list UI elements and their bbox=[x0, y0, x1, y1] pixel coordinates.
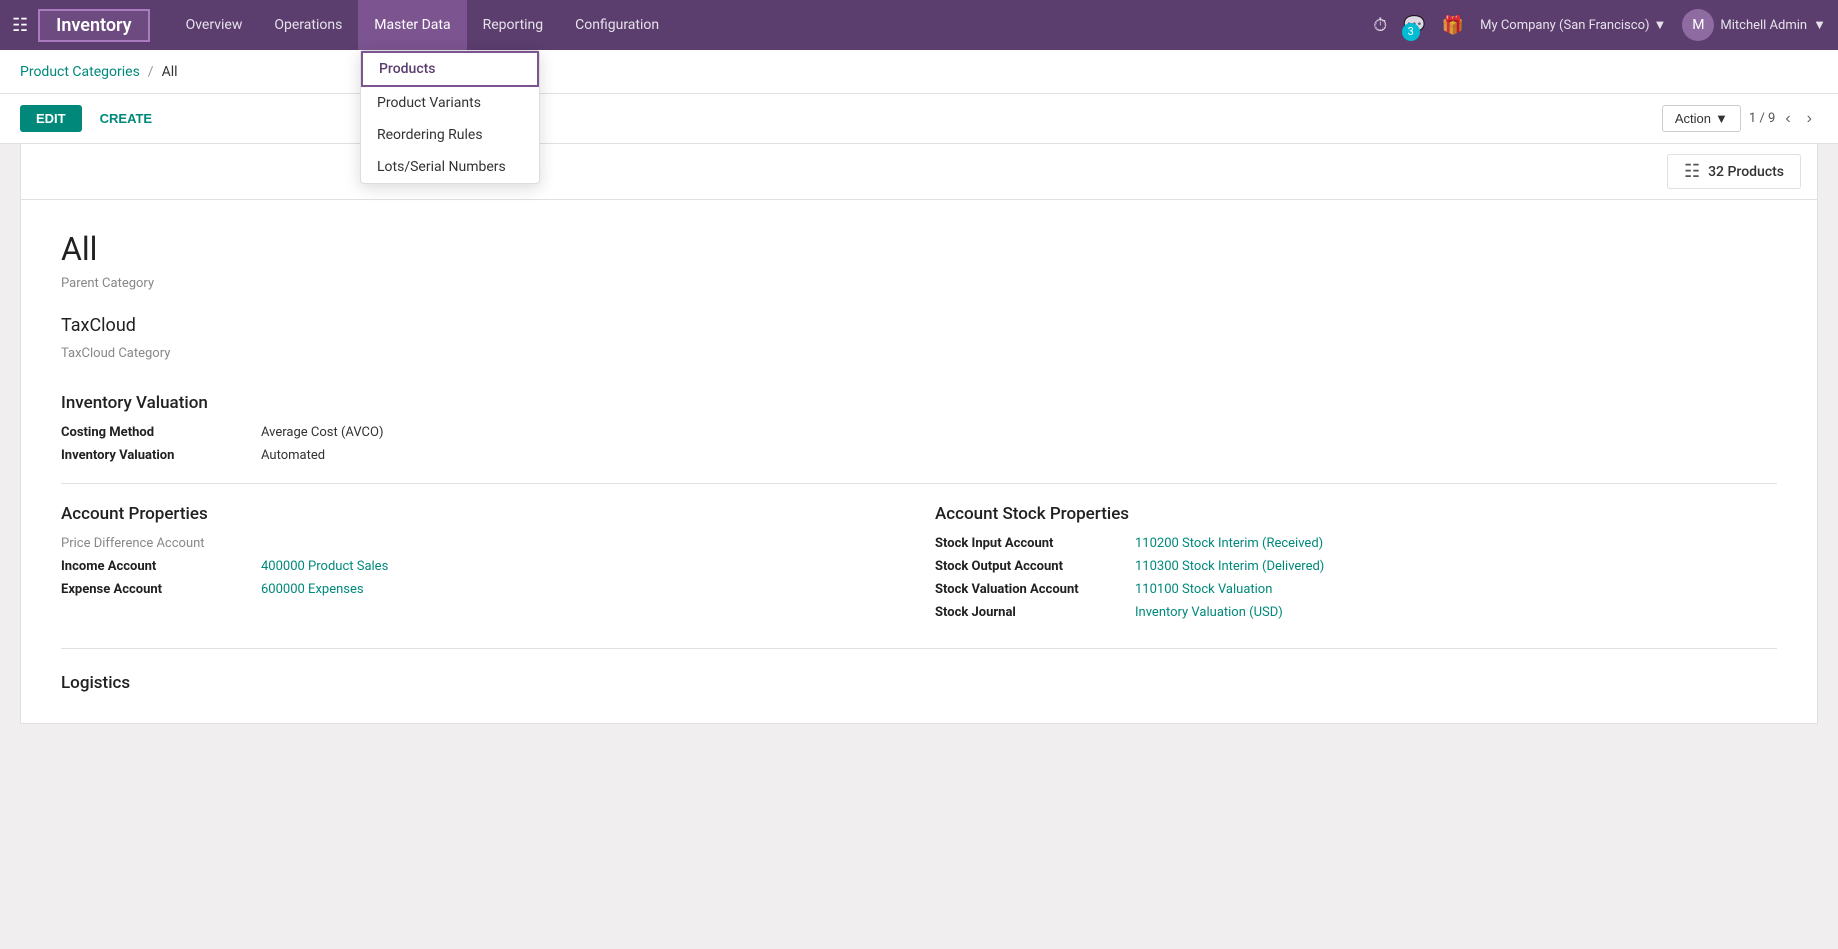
chevron-down-icon: ▼ bbox=[1654, 17, 1667, 33]
dropdown-item-lots-serial[interactable]: Lots/Serial Numbers bbox=[361, 151, 539, 183]
app-brand[interactable]: Inventory bbox=[38, 9, 149, 42]
products-bar: ☷ 32 Products bbox=[20, 144, 1818, 200]
products-count-box[interactable]: ☷ 32 Products bbox=[1667, 154, 1801, 189]
breadcrumb-parent[interactable]: Product Categories bbox=[20, 64, 140, 80]
master-data-dropdown: Products Product Variants Reordering Rul… bbox=[360, 50, 540, 184]
nav-right: ⏱ 💬 3 🎁 My Company (San Francisco) ▼ M M… bbox=[1373, 9, 1826, 41]
nav-item-reporting[interactable]: Reporting bbox=[467, 0, 560, 50]
costing-method-value: Average Cost (AVCO) bbox=[261, 425, 383, 440]
stock-output-row: Stock Output Account 110300 Stock Interi… bbox=[935, 559, 1777, 574]
apps-icon[interactable]: ☷ bbox=[12, 15, 28, 36]
pagination: 1 / 9 ‹ › bbox=[1749, 108, 1818, 130]
pagination-info: 1 / 9 bbox=[1749, 111, 1775, 126]
main-content: All Parent Category TaxCloud TaxCloud Ca… bbox=[20, 200, 1818, 724]
dropdown-item-product-variants[interactable]: Product Variants bbox=[361, 87, 539, 119]
costing-method-label: Costing Method bbox=[61, 425, 261, 440]
account-stock-properties-col: Account Stock Properties Stock Input Acc… bbox=[935, 504, 1777, 628]
list-icon: ☷ bbox=[1684, 161, 1700, 182]
stock-journal-row: Stock Journal Inventory Valuation (USD) bbox=[935, 605, 1777, 620]
top-nav: ☷ Inventory Overview Operations Master D… bbox=[0, 0, 1838, 50]
logistics-title: Logistics bbox=[61, 673, 1777, 693]
breadcrumb-current: All bbox=[162, 64, 178, 80]
account-stock-title: Account Stock Properties bbox=[935, 504, 1777, 524]
account-properties-title: Account Properties bbox=[61, 504, 903, 524]
parent-category-label: Parent Category bbox=[61, 276, 1777, 291]
stock-journal-value[interactable]: Inventory Valuation (USD) bbox=[1135, 605, 1283, 620]
stock-input-row: Stock Input Account 110200 Stock Interim… bbox=[935, 536, 1777, 551]
products-count: 32 Products bbox=[1708, 164, 1784, 180]
stock-output-value[interactable]: 110300 Stock Interim (Delivered) bbox=[1135, 559, 1324, 574]
stock-input-label: Stock Input Account bbox=[935, 536, 1135, 551]
taxcloud-section-title: TaxCloud bbox=[61, 315, 1777, 336]
nav-item-overview[interactable]: Overview bbox=[170, 0, 259, 50]
inventory-valuation-field-label: Inventory Valuation bbox=[61, 448, 261, 463]
expense-account-value[interactable]: 600000 Expenses bbox=[261, 582, 364, 597]
income-account-label: Income Account bbox=[61, 559, 261, 574]
avatar: M bbox=[1682, 9, 1714, 41]
pagination-next-button[interactable]: › bbox=[1801, 108, 1818, 130]
action-button[interactable]: Action ▼ bbox=[1662, 105, 1741, 132]
taxcloud-category-label: TaxCloud Category bbox=[61, 346, 1777, 361]
edit-button[interactable]: EDIT bbox=[20, 105, 82, 132]
expense-account-row: Expense Account 600000 Expenses bbox=[61, 582, 903, 597]
stock-journal-label: Stock Journal bbox=[935, 605, 1135, 620]
income-account-row: Income Account 400000 Product Sales bbox=[61, 559, 903, 574]
subheader: Product Categories / All bbox=[0, 50, 1838, 94]
dropdown-item-products[interactable]: Products bbox=[361, 51, 539, 87]
clock-icon[interactable]: ⏱ bbox=[1373, 15, 1387, 36]
user-chevron-icon: ▼ bbox=[1813, 17, 1826, 33]
user-menu[interactable]: M Mitchell Admin ▼ bbox=[1682, 9, 1826, 41]
inventory-valuation-title: Inventory Valuation bbox=[61, 385, 1777, 413]
breadcrumb: Product Categories / All bbox=[20, 64, 1818, 80]
inventory-valuation-field-value: Automated bbox=[261, 448, 325, 463]
price-diff-row: Price Difference Account bbox=[61, 536, 903, 551]
nav-menu: Overview Operations Master Data Reportin… bbox=[170, 0, 1374, 50]
inventory-valuation-row: Inventory Valuation Automated bbox=[61, 448, 1777, 463]
message-icon-wrapper: 💬 3 bbox=[1403, 15, 1425, 36]
nav-item-operations[interactable]: Operations bbox=[258, 0, 358, 50]
income-account-value[interactable]: 400000 Product Sales bbox=[261, 559, 388, 574]
nav-item-configuration[interactable]: Configuration bbox=[559, 0, 675, 50]
stock-input-value[interactable]: 110200 Stock Interim (Received) bbox=[1135, 536, 1323, 551]
breadcrumb-separator: / bbox=[148, 64, 154, 80]
company-selector[interactable]: My Company (San Francisco) ▼ bbox=[1480, 17, 1666, 33]
costing-method-row: Costing Method Average Cost (AVCO) bbox=[61, 425, 1777, 440]
gift-icon[interactable]: 🎁 bbox=[1442, 15, 1464, 36]
dropdown-item-reordering-rules[interactable]: Reordering Rules bbox=[361, 119, 539, 151]
expense-account-label: Expense Account bbox=[61, 582, 261, 597]
action-chevron-icon: ▼ bbox=[1715, 111, 1728, 126]
message-badge: 3 bbox=[1402, 23, 1420, 41]
toolbar: EDIT CREATE Action ▼ 1 / 9 ‹ › bbox=[0, 94, 1838, 144]
nav-item-master-data[interactable]: Master Data bbox=[358, 0, 466, 50]
two-col-section: Account Properties Price Difference Acco… bbox=[61, 504, 1777, 628]
stock-valuation-row: Stock Valuation Account 110100 Stock Val… bbox=[935, 582, 1777, 597]
divider-1 bbox=[61, 483, 1777, 484]
record-title: All bbox=[61, 230, 1777, 268]
stock-valuation-label: Stock Valuation Account bbox=[935, 582, 1135, 597]
stock-output-label: Stock Output Account bbox=[935, 559, 1135, 574]
pagination-prev-button[interactable]: ‹ bbox=[1779, 108, 1796, 130]
divider-2 bbox=[61, 648, 1777, 649]
account-properties-col: Account Properties Price Difference Acco… bbox=[61, 504, 903, 628]
price-diff-label: Price Difference Account bbox=[61, 536, 261, 551]
create-button[interactable]: CREATE bbox=[90, 105, 162, 132]
stock-valuation-value[interactable]: 110100 Stock Valuation bbox=[1135, 582, 1272, 597]
